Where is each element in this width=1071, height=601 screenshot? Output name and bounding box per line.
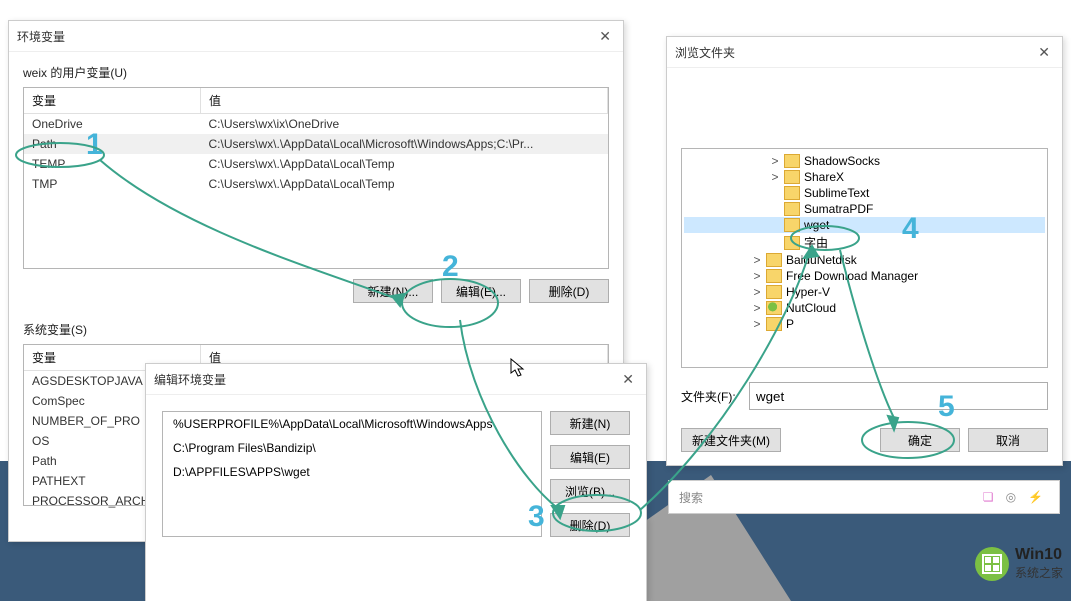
user-vars-label: weix 的用户变量(U): [23, 64, 609, 81]
path-entries-list[interactable]: %USERPROFILE%\AppData\Local\Microsoft\Wi…: [162, 411, 542, 537]
search-bar[interactable]: 搜索 ❏ ◎ ⚡: [668, 480, 1060, 514]
close-icon[interactable]: ✕: [1034, 44, 1054, 61]
tree-item[interactable]: wget: [684, 217, 1045, 233]
folder-icon: [784, 186, 800, 200]
tree-item-label: ShareX: [804, 170, 844, 184]
tree-item[interactable]: > BaiduNetdisk: [684, 252, 1045, 268]
disc-icon[interactable]: ◎: [1006, 490, 1016, 504]
tree-item-label: Hyper-V: [786, 285, 830, 299]
close-icon[interactable]: ✕: [618, 371, 638, 388]
tree-item-label: SublimeText: [804, 186, 869, 200]
browse-title: 浏览文件夹: [675, 44, 735, 61]
tree-item-label: BaiduNetdisk: [786, 253, 857, 267]
env-title: 环境变量: [17, 28, 65, 45]
col-variable[interactable]: 变量: [24, 88, 201, 114]
tree-item-label: ShadowSocks: [804, 154, 880, 168]
expand-icon[interactable]: >: [752, 269, 762, 283]
folder-icon: [784, 170, 800, 184]
folder-icon: [766, 269, 782, 283]
tree-item-label: P: [786, 317, 794, 331]
user-delete-button[interactable]: 删除(D): [529, 279, 609, 303]
folder-icon: [784, 218, 800, 232]
list-item[interactable]: C:\Program Files\Bandizip\: [163, 436, 541, 460]
search-placeholder: 搜索: [679, 489, 977, 506]
tree-item[interactable]: > ShareX: [684, 169, 1045, 185]
browse-folder-window: 浏览文件夹 ✕ > ShadowSocks > ShareX SublimeText Su…: [666, 36, 1063, 466]
list-item[interactable]: %USERPROFILE%\AppData\Local\Microsoft\Wi…: [163, 412, 541, 436]
cancel-button[interactable]: 取消: [968, 428, 1048, 452]
table-row[interactable]: TMPC:\Users\wx\.\AppData\Local\Temp: [24, 174, 608, 194]
sys-vars-label: 系统变量(S): [23, 321, 609, 338]
folder-field-label: 文件夹(F):: [681, 388, 741, 405]
expand-icon[interactable]: >: [752, 317, 762, 331]
brand-line1: Win10: [1015, 546, 1063, 564]
expand-icon[interactable]: >: [770, 154, 780, 168]
edit-title: 编辑环境变量: [154, 371, 226, 388]
browse-titlebar: 浏览文件夹 ✕: [667, 37, 1062, 68]
tree-item[interactable]: 字由: [684, 233, 1045, 252]
tree-item[interactable]: > ShadowSocks: [684, 153, 1045, 169]
tree-item[interactable]: SublimeText: [684, 185, 1045, 201]
edit-new-button[interactable]: 新建(N): [550, 411, 630, 435]
edit-env-window: 编辑环境变量 ✕ %USERPROFILE%\AppData\Local\Mic…: [145, 363, 647, 601]
folder-icon: [766, 317, 782, 331]
brand-line2: 系统之家: [1015, 564, 1063, 581]
folder-icon: [766, 285, 782, 299]
folder-input[interactable]: [749, 382, 1048, 410]
tree-item-label: SumatraPDF: [804, 202, 873, 216]
folder-icon: [766, 301, 782, 315]
folder-icon: [784, 236, 800, 250]
tree-item[interactable]: > Free Download Manager: [684, 268, 1045, 284]
table-row[interactable]: TEMPC:\Users\wx\.\AppData\Local\Temp: [24, 154, 608, 174]
user-vars-list[interactable]: 变量 值 OneDriveC:\Users\wx\ix\OneDrive Pat…: [23, 87, 609, 269]
ok-button[interactable]: 确定: [880, 428, 960, 452]
tree-item[interactable]: SumatraPDF: [684, 201, 1045, 217]
tree-item-label: wget: [804, 218, 829, 232]
user-edit-button[interactable]: 编辑(E)...: [441, 279, 521, 303]
list-item[interactable]: D:\APPFILES\APPS\wget: [163, 460, 541, 484]
folder-icon: [784, 154, 800, 168]
tree-item-label: 字由: [804, 234, 828, 251]
tree-item[interactable]: >P: [684, 316, 1045, 332]
windows-logo-icon: [975, 547, 1009, 581]
expand-icon[interactable]: >: [770, 170, 780, 184]
env-titlebar: 环境变量 ✕: [9, 21, 623, 52]
close-icon[interactable]: ✕: [595, 28, 615, 45]
cursor-icon: [510, 358, 526, 378]
tree-item-label: NutCloud: [786, 301, 836, 315]
edit-edit-button[interactable]: 编辑(E): [550, 445, 630, 469]
edit-browse-button[interactable]: 浏览(B)...: [550, 479, 630, 503]
table-row[interactable]: OneDriveC:\Users\wx\ix\OneDrive: [24, 114, 608, 135]
edit-delete-button[interactable]: 删除(D): [550, 513, 630, 537]
table-row[interactable]: PathC:\Users\wx\.\AppData\Local\Microsof…: [24, 134, 608, 154]
brand-badge: Win10 系统之家: [975, 546, 1063, 581]
folder-tree[interactable]: > ShadowSocks > ShareX SublimeText SumatraPDF…: [681, 148, 1048, 368]
folder-icon: [766, 253, 782, 267]
expand-icon[interactable]: >: [752, 285, 762, 299]
edit-titlebar: 编辑环境变量 ✕: [146, 364, 646, 395]
expand-icon[interactable]: >: [752, 253, 762, 267]
tag-icon[interactable]: ❏: [983, 490, 994, 504]
tree-item-label: Free Download Manager: [786, 269, 918, 283]
expand-icon[interactable]: >: [752, 301, 762, 315]
tree-item[interactable]: > Hyper-V: [684, 284, 1045, 300]
table-header-row: 变量 值: [24, 88, 608, 114]
col-value[interactable]: 值: [201, 88, 608, 114]
user-new-button[interactable]: 新建(N)...: [353, 279, 433, 303]
new-folder-button[interactable]: 新建文件夹(M): [681, 428, 781, 452]
bolt-icon[interactable]: ⚡: [1028, 490, 1043, 504]
folder-icon: [784, 202, 800, 216]
tree-item[interactable]: > NutCloud: [684, 300, 1045, 316]
